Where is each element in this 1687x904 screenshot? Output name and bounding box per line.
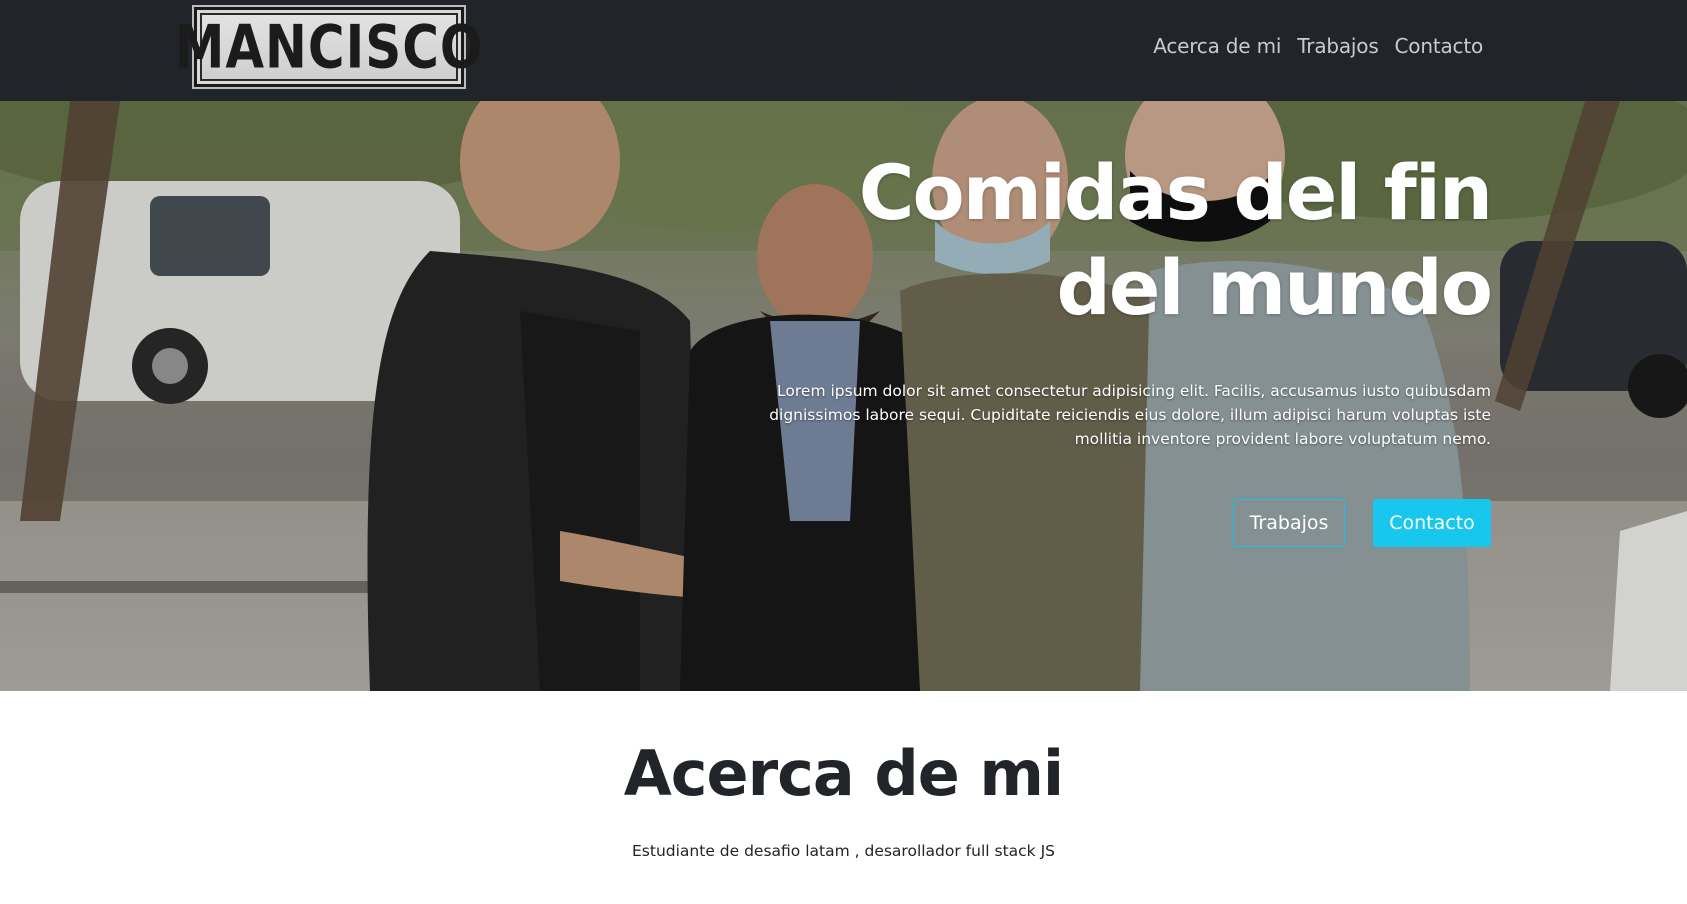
brand-logo[interactable]: MANCISCO bbox=[175, 7, 482, 87]
about-text: Estudiante de desafio latam , desarollad… bbox=[632, 842, 1055, 860]
navbar: MANCISCO Acerca de mi Trabajos Contacto bbox=[0, 0, 1687, 101]
nav-links: Acerca de mi Trabajos Contacto bbox=[1153, 34, 1483, 58]
contacto-button[interactable]: Contacto bbox=[1373, 499, 1491, 547]
hero-title-line2: del mundo bbox=[1056, 243, 1493, 332]
hero-title-line1: Comidas del fin bbox=[858, 148, 1493, 237]
about-title: Acerca de mi bbox=[623, 737, 1064, 810]
nav-link-contacto[interactable]: Contacto bbox=[1395, 34, 1484, 58]
nav-link-trabajos[interactable]: Trabajos bbox=[1297, 34, 1379, 58]
trabajos-button[interactable]: Trabajos bbox=[1233, 499, 1345, 547]
brand-logo-text: MANCISCO bbox=[174, 12, 484, 82]
brand-logo-frame: MANCISCO bbox=[175, 13, 482, 81]
nav-link-acerca[interactable]: Acerca de mi bbox=[1153, 34, 1281, 58]
hero-description: Lorem ipsum dolor sit amet consectetur a… bbox=[769, 382, 1491, 448]
hero-title: Comidas del fin del mundo bbox=[791, 145, 1493, 335]
hero-section: Comidas del fin del mundo Lorem ipsum do… bbox=[0, 101, 1687, 691]
